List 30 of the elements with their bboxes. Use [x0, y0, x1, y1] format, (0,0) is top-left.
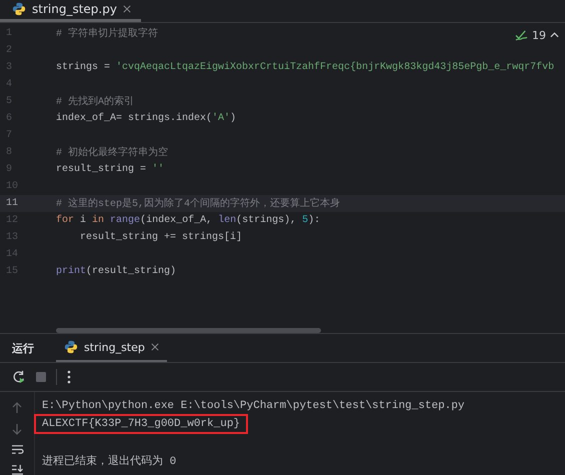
- code-line: print(result_string): [56, 266, 176, 277]
- horizontal-scrollbar[interactable]: [56, 328, 321, 333]
- code-line: strings = 'cvqAeqacLtqazEigwiXobxrCrtuiTzahfFreqc{bnjrKwgk83kgd43j85ePgb_e_rwqr7fvb: [56, 62, 554, 73]
- inspection-check-icon[interactable]: [515, 30, 528, 41]
- python-logo-icon: [12, 2, 26, 16]
- console-output-line: E:\Python\python.exe E:\tools\PyCharm\pytest\test\string_step.py: [41, 399, 466, 414]
- code-line: for i in range(index_of_A, len(strings), 5):: [56, 214, 320, 226]
- caret-up-icon[interactable]: [550, 32, 559, 38]
- code-line: # 初始化最终字符串为空: [56, 146, 168, 160]
- arrow-up-icon[interactable]: [12, 402, 22, 414]
- editor-tab[interactable]: string_step.py: [0, 0, 141, 22]
- scroll-to-end-icon[interactable]: [10, 464, 24, 475]
- code-line: result_string = '': [56, 164, 164, 175]
- code-line: # 这里的step是5,因为除了4个间隔的字符外，还要算上它本身: [56, 196, 340, 210]
- arrow-down-icon[interactable]: [12, 423, 22, 435]
- inspection-count: 19: [532, 28, 546, 42]
- line-number: 11: [5, 198, 20, 209]
- code-line: # 字符串切片提取字符: [56, 26, 158, 40]
- console-output-line: 进程已结束，退出代码为 0: [41, 454, 178, 470]
- code-line: index_of_A= strings.index('A'): [56, 112, 236, 124]
- run-panel-title: 运行: [12, 340, 34, 356]
- code-line: result_string += strings[i]: [79, 232, 242, 243]
- rerun-icon[interactable]: [12, 370, 26, 384]
- soft-wrap-icon[interactable]: [10, 444, 24, 455]
- close-icon[interactable]: [150, 343, 159, 351]
- code-line: # 先找到A的索引: [56, 94, 134, 108]
- run-tab[interactable]: string_step: [56, 334, 167, 362]
- more-options-icon[interactable]: [67, 370, 71, 384]
- python-logo-icon: [64, 340, 78, 354]
- close-icon[interactable]: [122, 5, 131, 14]
